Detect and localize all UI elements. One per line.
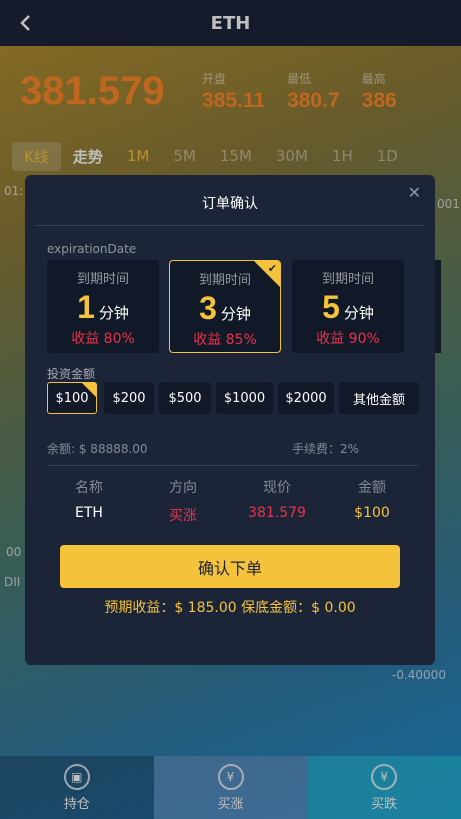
expiration-label: expirationDate [47, 242, 137, 256]
amount-100[interactable]: $100 [47, 382, 97, 414]
expiration-card-3[interactable]: ✔ 到期时间 3 分钟 收益 85% [169, 260, 281, 353]
amount-label: 投资金额 [47, 367, 96, 381]
modal-title: 订单确认 [202, 196, 258, 212]
balance-text: 余额: $ 88888.00 [47, 442, 148, 456]
expiration-options: 到期时间 1 分钟 收益 80% ✔ 到期时间 3 分钟 收益 85% 到期时间 5… [47, 260, 441, 355]
amount-2000[interactable]: $2000 [278, 382, 334, 414]
amount-500[interactable]: $500 [159, 382, 211, 414]
amount-200[interactable]: $200 [104, 382, 154, 414]
order-direction: 买涨 [169, 508, 197, 524]
column-name: 名称 [75, 480, 103, 496]
expected-return-text: 预期收益：$ 185.00 保底金额：$ 0.00 [104, 600, 356, 616]
confirm-order-button[interactable]: 确认下单 [60, 545, 400, 588]
card-edge [435, 260, 441, 353]
fee-text: 手续费：2% [292, 442, 360, 456]
check-icon: ✔ [267, 262, 277, 275]
divider [47, 465, 419, 466]
order-symbol: ETH [75, 505, 103, 521]
order-confirm-modal: 订单确认 ✕ expirationDate 到期时间 1 分钟 收益 80% ✔ … [25, 175, 441, 665]
close-icon[interactable]: ✕ [408, 183, 421, 202]
order-amount: $100 [354, 505, 390, 521]
expiration-card-1[interactable]: 到期时间 1 分钟 收益 80% [47, 260, 159, 353]
expiration-card-5[interactable]: 到期时间 5 分钟 收益 90% [292, 260, 404, 353]
column-amount: 金额 [358, 480, 386, 496]
amount-other[interactable]: 其他金额 [339, 382, 419, 414]
column-direction: 方向 [169, 480, 197, 496]
column-price: 现价 [263, 480, 291, 496]
amount-1000[interactable]: $1000 [216, 382, 273, 414]
divider [35, 225, 425, 226]
order-price: 381.579 [248, 505, 306, 521]
